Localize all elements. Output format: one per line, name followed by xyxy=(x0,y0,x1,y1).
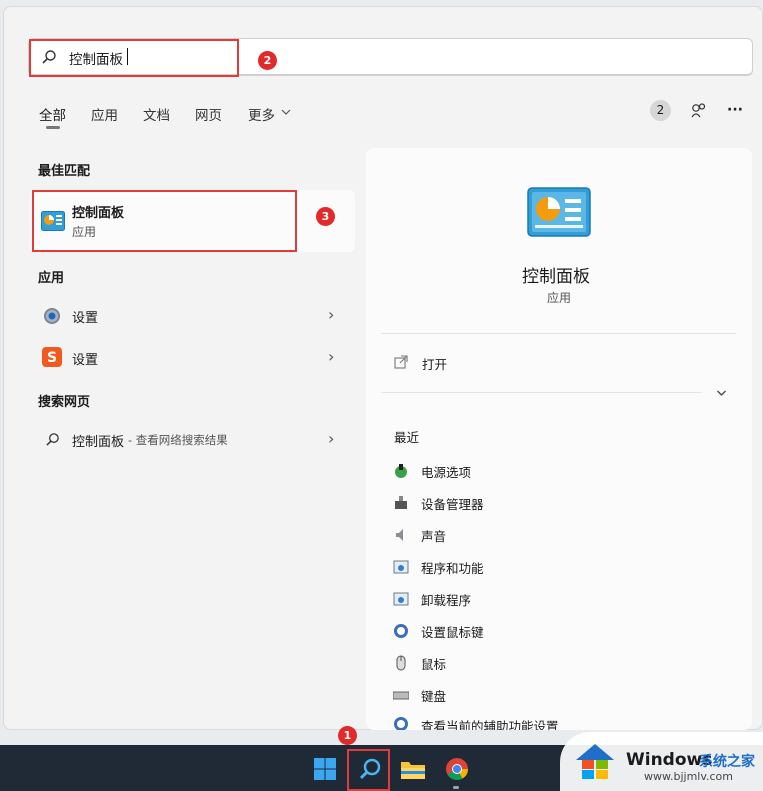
annotation-badge-3: 3 xyxy=(316,207,335,226)
web-search-suffix: - 查看网络搜索结果 xyxy=(128,433,228,447)
recent-heading: 最近 xyxy=(394,430,420,445)
annotation-box-3 xyxy=(32,190,297,252)
tab-documents[interactable]: 文档 xyxy=(143,104,170,124)
recent-item-label: 键盘 xyxy=(421,688,447,704)
recent-item-label: 程序和功能 xyxy=(421,560,484,576)
apps-heading: 应用 xyxy=(38,271,65,286)
speaker-icon xyxy=(393,527,409,543)
recent-item-label: 声音 xyxy=(421,528,447,544)
recent-item-label: 设备管理器 xyxy=(421,496,484,512)
open-external-icon xyxy=(394,355,408,369)
app-item-label: 设置 xyxy=(72,353,99,368)
mouse-icon xyxy=(393,655,409,671)
search-icon xyxy=(46,433,59,446)
keyboard-icon xyxy=(393,687,409,703)
watermark-site-name: 系统之家 xyxy=(699,754,755,770)
divider xyxy=(381,392,701,393)
more-options-button[interactable]: ··· xyxy=(727,102,743,118)
windows-logo-icon xyxy=(314,758,336,780)
recent-item[interactable]: 卸载程序 xyxy=(393,588,471,610)
chevron-right-icon: › xyxy=(328,429,335,448)
detail-subtitle: 应用 xyxy=(547,291,572,305)
tab-web[interactable]: 网页 xyxy=(195,104,222,124)
ease-of-access-icon xyxy=(393,623,409,639)
recent-item[interactable]: 键盘 xyxy=(393,684,446,706)
recent-item[interactable]: 设备管理器 xyxy=(393,492,484,514)
chevron-down-icon xyxy=(281,109,291,115)
app-item-label: 设置 xyxy=(72,311,99,326)
svg-text:S: S xyxy=(47,350,57,366)
chevron-right-icon: › xyxy=(328,305,335,324)
web-search-heading: 搜索网页 xyxy=(38,395,91,410)
ease-of-access-icon xyxy=(393,716,409,730)
recent-item[interactable]: 声音 xyxy=(393,524,446,546)
gear-icon xyxy=(44,308,60,324)
uninstall-program-icon xyxy=(393,591,409,607)
windows-house-logo-icon xyxy=(576,744,614,779)
app-item-settings[interactable]: 设置 › xyxy=(30,300,355,332)
recent-item-label: 查看当前的辅助功能设置 xyxy=(421,719,559,730)
control-panel-large-icon xyxy=(527,187,591,237)
web-search-query: 控制面板 xyxy=(72,435,125,450)
open-label: 打开 xyxy=(422,357,448,372)
watermark-url: www.bjjmlv.com xyxy=(644,770,733,783)
recent-item[interactable]: 程序和功能 xyxy=(393,556,484,578)
web-search-item[interactable]: 控制面板 - 查看网络搜索结果 › xyxy=(30,424,355,456)
tab-more[interactable]: 更多 xyxy=(248,104,275,124)
chevron-right-icon: › xyxy=(328,347,335,366)
app-item-sogou-settings[interactable]: S 设置 › xyxy=(30,342,355,374)
running-indicator xyxy=(453,786,459,789)
power-options-icon xyxy=(393,463,409,479)
start-button[interactable] xyxy=(310,754,340,784)
recent-item[interactable]: 电源选项 xyxy=(393,460,471,482)
annotation-badge-1: 1 xyxy=(338,726,357,745)
chrome-button[interactable] xyxy=(442,754,472,784)
folder-icon xyxy=(401,762,425,779)
expand-chevron-icon[interactable] xyxy=(716,389,727,397)
best-match-heading: 最佳匹配 xyxy=(38,164,91,179)
watermark: Windows 系统之家 www.bjjmlv.com xyxy=(560,732,763,791)
detail-title: 控制面板 xyxy=(522,267,590,287)
recent-item-label: 电源选项 xyxy=(421,464,472,480)
share-icon[interactable] xyxy=(689,101,709,121)
recent-item[interactable]: 鼠标 xyxy=(393,652,446,674)
chrome-icon xyxy=(446,758,468,780)
recent-item-label: 鼠标 xyxy=(421,656,447,672)
annotation-box-2 xyxy=(29,39,239,77)
tab-all[interactable]: 全部 xyxy=(39,104,66,124)
annotation-badge-2: 2 xyxy=(258,51,277,70)
recent-item-label: 设置鼠标键 xyxy=(421,624,484,640)
sogou-s-icon: S xyxy=(42,347,62,367)
file-explorer-button[interactable] xyxy=(398,754,428,784)
recent-item[interactable]: 查看当前的辅助功能设置 xyxy=(393,716,559,730)
device-manager-icon xyxy=(393,495,409,511)
divider xyxy=(381,333,736,334)
tab-active-indicator xyxy=(46,126,60,129)
recent-item[interactable]: 设置鼠标键 xyxy=(393,620,484,642)
tab-apps[interactable]: 应用 xyxy=(91,104,118,124)
annotation-box-1 xyxy=(347,749,390,791)
recent-item-label: 卸载程序 xyxy=(421,592,472,608)
programs-features-icon xyxy=(393,559,409,575)
rewards-count-badge[interactable]: 2 xyxy=(650,100,671,121)
open-action[interactable]: 打开 xyxy=(381,346,736,378)
